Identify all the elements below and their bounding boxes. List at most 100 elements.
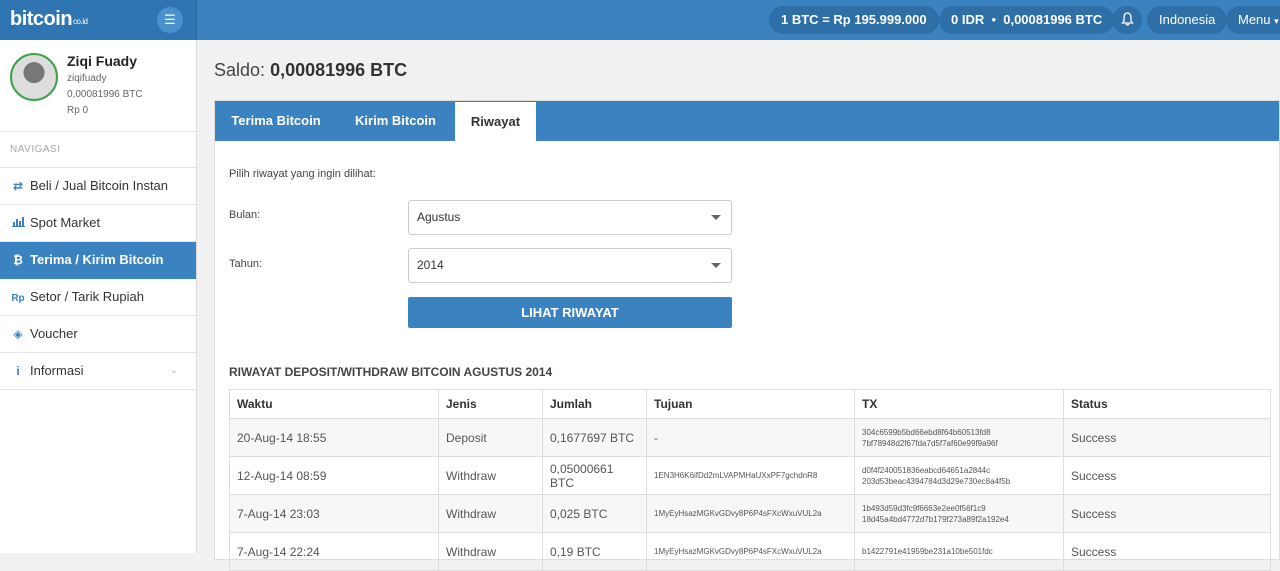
brand-area: bitcoinco.id ☰ — [0, 0, 197, 40]
cell-tujuan[interactable]: 1MyEyHsazMGKvGDvy8P6P4sFXcWxuVUL2a — [646, 532, 855, 571]
tag-icon: ◈ — [13, 327, 23, 341]
sidebar-item-spot-market[interactable]: Spot Market — [0, 205, 196, 242]
cell-tujuan[interactable]: 1EN3H6K6ifDd2mLVAPMHaUXxPF7gchdnR8 — [646, 456, 855, 495]
cell-status: Success — [1063, 418, 1271, 457]
column-header: Jumlah — [542, 389, 647, 419]
view-history-button[interactable]: LIHAT RIWAYAT — [408, 297, 732, 328]
saldo-label: Saldo: — [214, 60, 266, 80]
tx-line: 18d45a4bd4772d7b179f273a89f2a192e4 — [862, 514, 1009, 524]
table-row: 12-Aug-14 08:59 Withdraw 0,05000661 BTC … — [229, 456, 1271, 495]
cell-jenis: Withdraw — [438, 532, 543, 571]
hamburger-icon: ☰ — [164, 12, 176, 27]
cell-tujuan[interactable]: 1MyEyHsazMGKvGDvy8P6P4sFXcWxuVUL2a — [646, 494, 855, 533]
logo-text: bitcoin — [10, 8, 73, 30]
user-rp-balance: Rp 0 — [67, 105, 89, 116]
nav-heading: NAVIGASI — [0, 132, 196, 168]
cell-jumlah: 0,05000661 BTC — [542, 456, 647, 495]
cell-waktu: 20-Aug-14 18:55 — [229, 418, 439, 457]
language-selector[interactable]: Indonesia — [1147, 6, 1228, 34]
tab-kirim-bitcoin[interactable]: Kirim Bitcoin — [337, 101, 454, 141]
sidebar-item-setor-tarik[interactable]: Rp Setor / Tarik Rupiah — [0, 279, 196, 316]
user-btc-balance: 0,00081996 BTC — [67, 89, 143, 100]
sidebar-item-label: Spot Market — [30, 215, 101, 230]
sidebar-item-beli-jual[interactable]: ⇄ Beli / Jual Bitcoin Instan — [0, 168, 196, 205]
rupiah-icon: Rp — [11, 293, 25, 304]
column-header: Status — [1063, 389, 1271, 419]
month-label: Bulan: — [229, 209, 261, 221]
cell-tx[interactable]: 1b493d59d3fc9f6663e2ee0f56f1c9 18d45a4bd4… — [854, 494, 1064, 533]
menu-button[interactable]: Menu ▾ — [1226, 6, 1280, 34]
month-select[interactable]: Agustus — [408, 200, 732, 235]
cell-jenis: Withdraw — [438, 494, 543, 533]
menu-label: Menu — [1238, 12, 1271, 27]
year-select[interactable]: 2014 — [408, 248, 732, 283]
top-bar: bitcoinco.id ☰ 1 BTC = Rp 195.999.000 0 … — [0, 0, 1280, 40]
history-table: Waktu Jenis Jumlah Tujuan TX Status 20-A… — [229, 389, 1271, 571]
tx-line: d0f4f240051836eabcd64651a2844c — [862, 465, 991, 475]
logo-suffix: co.id — [73, 17, 88, 26]
form-intro: Pilih riwayat yang ingin dilihat: — [229, 168, 376, 180]
caret-down-icon — [711, 263, 721, 268]
cell-tx[interactable]: 304c6599b5bd66ebd8f64b60513fd8 7bf78948d2… — [854, 418, 1064, 457]
cell-jenis: Withdraw — [438, 456, 543, 495]
year-value: 2014 — [417, 258, 444, 272]
table-row: 20-Aug-14 18:55 Deposit 0,1677697 BTC - … — [229, 418, 1271, 457]
avatar[interactable] — [10, 53, 58, 101]
sidebar-item-label: Terima / Kirim Bitcoin — [30, 252, 164, 267]
hamburger-menu-button[interactable]: ☰ — [157, 7, 183, 33]
sidebar: Ziqi Fuady ziqifuady 0,00081996 BTC Rp 0… — [0, 40, 197, 553]
column-header: Waktu — [229, 389, 439, 419]
sidebar-item-label: Informasi — [30, 363, 84, 378]
balance-badge: 0 IDR • 0,00081996 BTC — [939, 6, 1115, 34]
cell-tx[interactable]: d0f4f240051836eabcd64651a2844c 203d53beac… — [854, 456, 1064, 495]
column-header: Tujuan — [646, 389, 855, 419]
rate-text: 1 BTC = Rp 195.999.000 — [781, 12, 927, 27]
tx-line: 7bf78948d2f67fda7d5f7af60e99f9a96f — [862, 438, 998, 448]
notification-button[interactable] — [1112, 6, 1142, 34]
cell-status: Success — [1063, 494, 1271, 533]
cell-jumlah: 0,025 BTC — [542, 494, 647, 533]
year-label: Tahun: — [229, 258, 263, 270]
bitcoin-icon: ₿ — [13, 253, 23, 267]
column-header: Jenis — [438, 389, 543, 419]
table-row: 7-Aug-14 22:24 Withdraw 0,19 BTC 1MyEyHs… — [229, 532, 1271, 571]
table-header-row: Waktu Jenis Jumlah Tujuan TX Status — [229, 389, 1271, 419]
cell-tujuan: - — [646, 418, 855, 457]
exchange-icon: ⇄ — [12, 179, 24, 193]
cell-tx[interactable]: b1422791e41959be231a10be501fdc — [854, 532, 1064, 571]
balance-btc: 0,00081996 BTC — [1003, 12, 1103, 27]
cell-jumlah: 0,1677697 BTC — [542, 418, 647, 457]
caret-down-icon — [711, 215, 721, 220]
sidebar-item-informasi[interactable]: i Informasi ⌄ — [0, 353, 196, 390]
sidebar-item-label: Voucher — [30, 326, 78, 341]
tab-terima-bitcoin[interactable]: Terima Bitcoin — [215, 101, 337, 141]
info-icon: i — [16, 364, 20, 378]
wallet-panel: Terima Bitcoin Kirim Bitcoin Riwayat Pil… — [214, 100, 1280, 571]
cell-jenis: Deposit — [438, 418, 543, 457]
chevron-down-icon: ⌄ — [169, 365, 178, 376]
language-label: Indonesia — [1159, 12, 1216, 27]
username: ziqifuady — [67, 73, 107, 84]
cell-waktu: 7-Aug-14 22:24 — [229, 532, 439, 571]
tx-line: 304c6599b5bd66ebd8f64b60513fd8 — [862, 427, 991, 437]
tx-line: 1b493d59d3fc9f6663e2ee0f56f1c9 — [862, 503, 986, 513]
table-row: 7-Aug-14 23:03 Withdraw 0,025 BTC 1MyEyH… — [229, 494, 1271, 533]
chevron-down-icon: ▾ — [1274, 16, 1279, 26]
tx-line: 203d53beac4394784d3d29e730ec8a4f5b — [862, 476, 1011, 486]
bell-icon — [1120, 12, 1134, 26]
column-header: TX — [854, 389, 1064, 419]
bar-chart-icon — [10, 205, 26, 241]
rate-badge: 1 BTC = Rp 195.999.000 — [769, 6, 939, 34]
logo[interactable]: bitcoinco.id — [10, 8, 88, 31]
tab-riwayat[interactable]: Riwayat — [455, 101, 536, 141]
cell-waktu: 7-Aug-14 23:03 — [229, 494, 439, 533]
history-title: RIWAYAT DEPOSIT/WITHDRAW BITCOIN AGUSTUS… — [229, 365, 553, 379]
sidebar-item-voucher[interactable]: ◈ Voucher — [0, 316, 196, 353]
month-value: Agustus — [417, 210, 461, 224]
sidebar-item-label: Setor / Tarik Rupiah — [30, 289, 144, 304]
sidebar-item-terima-kirim[interactable]: ₿ Terima / Kirim Bitcoin — [0, 242, 196, 279]
cell-jumlah: 0,19 BTC — [542, 532, 647, 571]
cell-status: Success — [1063, 532, 1271, 571]
tab-bar: Terima Bitcoin Kirim Bitcoin Riwayat — [215, 101, 1279, 141]
cell-status: Success — [1063, 456, 1271, 495]
